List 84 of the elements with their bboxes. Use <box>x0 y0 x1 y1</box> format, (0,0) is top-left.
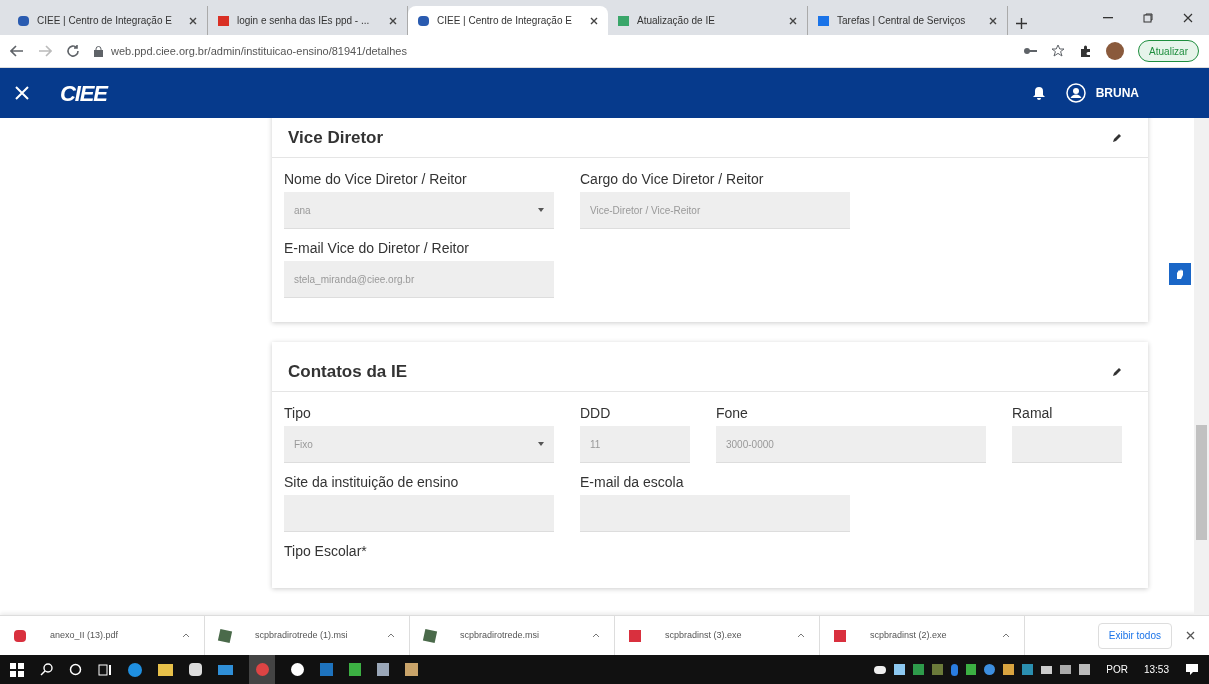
field-label: DDD <box>580 404 612 423</box>
field-label: Site da instituição de ensino <box>284 473 460 492</box>
caret-icon <box>538 208 544 212</box>
accessibility-button[interactable] <box>1169 263 1191 285</box>
cortana-icon[interactable] <box>69 663 82 676</box>
back-icon[interactable] <box>10 44 24 58</box>
taskbar-app-icon[interactable] <box>291 663 304 676</box>
store-icon[interactable] <box>189 663 202 676</box>
hand-icon <box>1174 268 1186 280</box>
key-icon[interactable] <box>1023 46 1038 56</box>
download-name: scpbradirotrede (1).msi <box>255 628 349 642</box>
field-label: Tipo Escolar* <box>284 542 367 561</box>
update-button[interactable]: Atualizar <box>1138 40 1199 62</box>
close-icon[interactable] <box>590 16 598 25</box>
close-icon[interactable] <box>989 16 997 25</box>
mail-icon[interactable] <box>218 664 233 675</box>
field-label: E-mail da escola <box>580 473 685 492</box>
input-field[interactable] <box>580 495 850 532</box>
tab-favicon-icon <box>18 15 29 26</box>
file-icon <box>14 629 26 642</box>
tab-title: login e senha das IEs ppd - ... <box>237 14 371 28</box>
section-title: Contatos da IE <box>288 360 407 383</box>
input-field[interactable] <box>284 495 554 532</box>
download-name: anexo_II (13).pdf <box>50 628 120 642</box>
user-name[interactable]: BRUNA <box>1095 84 1139 102</box>
file-icon <box>834 629 846 642</box>
edit-icon[interactable] <box>1112 132 1122 143</box>
caret-icon[interactable] <box>387 633 395 638</box>
tab-title: CIEE | Centro de Integração E <box>437 14 573 28</box>
show-all-button[interactable]: Exibir todos <box>1097 622 1172 649</box>
input-field[interactable] <box>1012 426 1122 463</box>
close-icon[interactable] <box>1186 631 1195 640</box>
close-icon[interactable] <box>189 16 197 25</box>
language-indicator[interactable]: POR <box>1106 662 1128 677</box>
tab-favicon-icon <box>818 15 829 26</box>
notification-icon[interactable] <box>1185 663 1199 676</box>
caret-icon[interactable] <box>797 633 805 638</box>
field-label: E-mail Vice do Diretor / Reitor <box>284 239 470 258</box>
caret-icon <box>538 442 544 446</box>
lock-icon <box>94 45 103 57</box>
reload-icon[interactable] <box>66 44 80 58</box>
tab-title: Atualização de IE <box>637 14 716 28</box>
download-name: scpbradinst (3).exe <box>665 628 743 642</box>
field-label: Fone <box>716 404 749 423</box>
file-icon <box>217 628 233 643</box>
bell-icon[interactable] <box>1031 85 1046 101</box>
logo: CIEE <box>60 79 107 108</box>
address-bar[interactable]: web.ppd.ciee.org.br/admin/instituicao-ensino/81941/detalhes <box>111 42 407 60</box>
tray-icons[interactable] <box>874 663 1091 676</box>
puzzle-icon[interactable] <box>1079 44 1093 58</box>
caret-icon[interactable] <box>592 633 600 638</box>
search-icon[interactable] <box>40 663 53 676</box>
field-label: Cargo do Vice Diretor / Reitor <box>580 170 765 189</box>
caret-icon[interactable] <box>1002 633 1010 638</box>
tab-title: Tarefas | Central de Serviços <box>837 14 967 28</box>
field-label: Tipo <box>284 404 312 423</box>
tab-title: CIEE | Centro de Integração E <box>37 14 173 28</box>
browser-tab[interactable]: CIEE | Centro de Integração E <box>408 6 608 35</box>
star-icon[interactable] <box>1051 44 1066 58</box>
profile-avatar[interactable] <box>1106 42 1125 60</box>
close-icon[interactable] <box>1183 12 1193 23</box>
close-icon[interactable] <box>389 16 397 25</box>
download-name: scpbradirotrede.msi <box>460 628 541 642</box>
file-icon <box>629 629 641 642</box>
task-view-icon[interactable] <box>98 663 112 676</box>
section-title: Vice Diretor <box>288 126 384 149</box>
close-icon[interactable] <box>789 16 797 25</box>
edit-icon[interactable] <box>1112 366 1122 377</box>
file-icon <box>422 628 438 643</box>
download-name: scpbradinst (2).exe <box>870 628 948 642</box>
field-label: Nome do Vice Diretor / Reitor <box>284 170 468 189</box>
restore-icon[interactable] <box>1143 12 1153 23</box>
minimize-icon[interactable] <box>1103 16 1113 19</box>
new-tab-icon[interactable] <box>1016 18 1027 29</box>
user-icon[interactable] <box>1065 83 1086 103</box>
tab-favicon-icon <box>218 15 229 26</box>
clock[interactable]: 13:53 <box>1143 662 1169 677</box>
folder-icon[interactable] <box>158 663 173 676</box>
tab-favicon-icon <box>418 15 429 26</box>
field-label: Ramal <box>1012 404 1054 423</box>
scrollbar[interactable] <box>1194 118 1209 615</box>
tab-favicon-icon <box>618 15 629 26</box>
caret-icon[interactable] <box>182 633 190 638</box>
windows-icon[interactable] <box>10 662 24 677</box>
